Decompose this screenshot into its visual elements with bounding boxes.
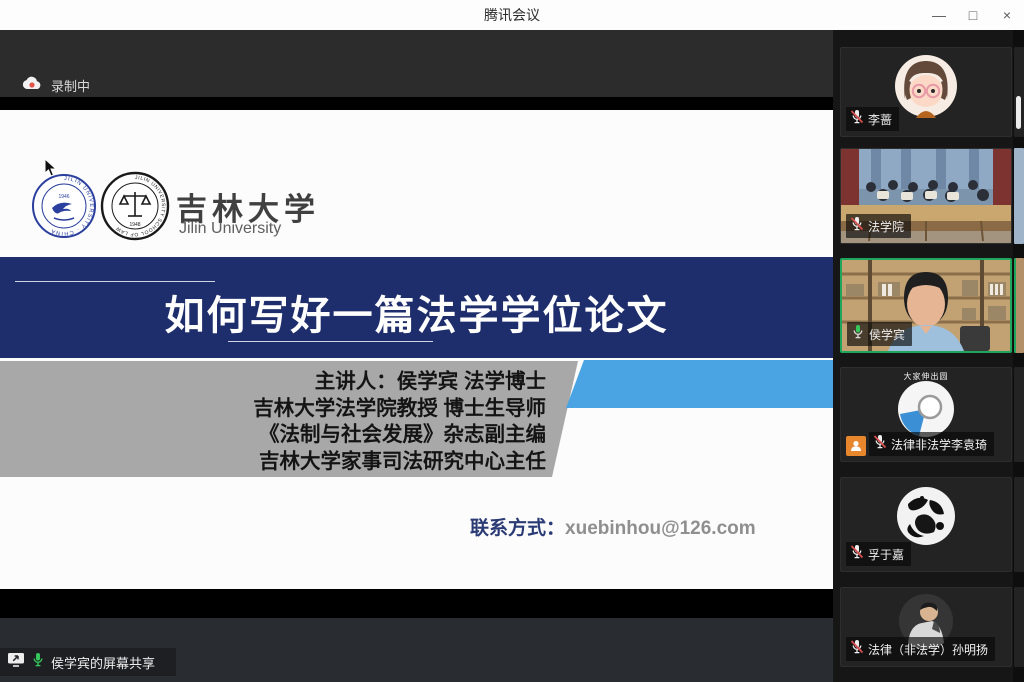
minimize-button[interactable]: — [922,0,956,30]
blue-logo-avatar [841,380,1011,438]
screen-share-icon [7,652,25,672]
clipped-tile-sliver [1014,477,1024,572]
contact-label: 联系方式： [470,518,565,539]
screen-share-label: 侯学宾的屏幕共享 [51,653,155,672]
clipped-tile-sliver [1014,148,1024,244]
clipped-tile-sliver [1014,258,1024,353]
clipped-video-column [1013,30,1024,682]
participant-tile[interactable]: 李蔷 [840,47,1012,137]
jilin-university-seal: JILIN UNIVERSITY · CHINA 1946 [30,172,98,240]
close-button[interactable]: × [990,0,1024,30]
law-school-seal: JILIN UNIVERSITY SCHOOL OF LAW 1948 [99,170,171,242]
participant-tile-active-speaker[interactable]: 侯学宾 [840,258,1012,353]
mic-muted-icon [850,109,864,129]
clipped-tile-sliver [1014,367,1024,462]
presenter-line: 吉林大学家事司法研究中心主任 [0,449,546,476]
participant-tile[interactable]: 法律（非法学）孙明扬 [840,587,1012,667]
participant-name: 法律（非法学）孙明扬 [868,641,988,658]
mic-muted-icon [850,216,864,236]
slide-title-banner: 如何写好一篇法学学位论文 [0,257,833,358]
contact-email: xuebinhou@126.com [565,518,756,539]
accent-band [566,360,833,408]
slide-title: 如何写好一篇法学学位论文 [0,283,833,341]
sidebar-scrollbar-thumb[interactable] [1016,96,1021,129]
presenter-info: 主讲人：侯学宾 法学博士 吉林大学法学院教授 博士生导师 《法制与社会发展》杂志… [0,369,546,475]
participant-tile[interactable]: 法学院 [840,148,1012,244]
presenter-line: 吉林大学法学院教授 博士生导师 [0,396,546,423]
recording-indicator[interactable]: 录制中 [22,76,90,95]
participant-tile[interactable]: 孚于嘉 [840,477,1012,572]
shared-screen-slide: JILIN UNIVERSITY · CHINA 1946 JILIN UNIV… [0,110,833,589]
mic-on-icon [31,652,45,672]
window-title: 腾讯会议 [484,5,540,25]
letterbox-top [0,97,833,110]
participant-name: 法律非法学李袁琦 [891,436,987,453]
screen-share-indicator: 侯学宾的屏幕共享 [0,648,176,676]
mic-muted-icon [873,434,887,454]
participants-sidebar: 李蔷 [833,30,1013,682]
mic-muted-icon [850,639,864,659]
mic-muted-icon [850,544,864,564]
participant-name: 孚于嘉 [868,546,904,563]
cloud-recording-icon [22,76,42,95]
clipped-tile-sliver [1014,587,1024,667]
decor-line-top [15,281,215,282]
window-titlebar: 腾讯会议 — □ × [0,0,1024,30]
presenter-line: 《法制与社会发展》杂志副主编 [0,422,546,449]
stage-top-strip [0,30,833,97]
svg-text:1946: 1946 [58,194,69,200]
svg-text:1948: 1948 [129,222,140,228]
mic-on-icon [851,324,865,344]
maximize-button[interactable]: □ [956,0,990,30]
participant-tile[interactable]: 大家伸出圆 [840,367,1012,462]
letterbox-bottom [0,589,833,618]
participant-name: 法学院 [868,218,904,235]
participant-name: 侯学宾 [869,326,905,343]
mouse-cursor-icon [44,158,57,177]
contact-info: 联系方式：xuebinhou@126.com [470,513,790,540]
tencent-meeting-window: 腾讯会议 — □ × 录制中 JILIN UNIVERSITY · CHINA [0,0,1024,682]
presenter-line: 主讲人：侯学宾 法学博士 [0,369,546,396]
phone-participant-badge [846,436,866,456]
bw-art-avatar [841,486,1011,546]
participant-name: 李蔷 [868,111,892,128]
decor-line-bottom [228,341,433,342]
recording-label: 录制中 [51,76,90,95]
university-name-en: Jilin University [179,220,281,238]
